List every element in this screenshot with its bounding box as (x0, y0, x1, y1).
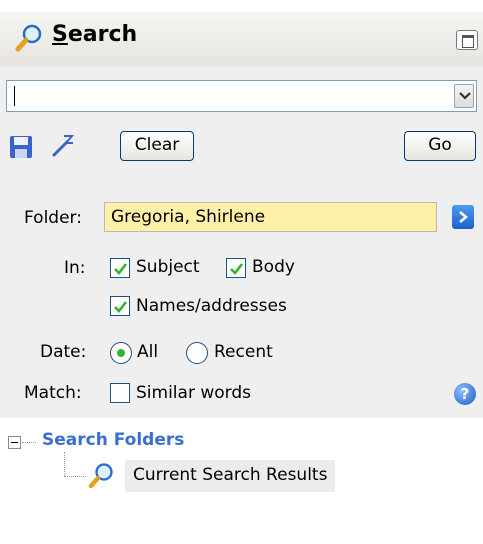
names-addresses-checkbox[interactable] (110, 296, 130, 316)
match-label: Match: (24, 383, 82, 403)
date-all-radio[interactable] (110, 342, 132, 364)
date-all-label[interactable]: All (137, 342, 158, 362)
help-icon[interactable]: ? (454, 383, 476, 405)
folder-label: Folder: (24, 208, 82, 228)
body-checkbox[interactable] (226, 258, 246, 278)
save-icon[interactable] (8, 134, 34, 160)
names-addresses-label[interactable]: Names/addresses (136, 296, 287, 316)
search-input[interactable] (6, 80, 477, 112)
text-caret (14, 86, 15, 106)
search-folders-node[interactable]: Search Folders (42, 430, 184, 450)
magnifier-icon (88, 463, 113, 489)
arrow-right-icon (459, 211, 469, 223)
chevron-down-icon (459, 92, 471, 100)
restore-icon[interactable] (456, 30, 478, 50)
tree-connector (64, 476, 86, 477)
date-label: Date: (40, 342, 87, 362)
tree-collapse-icon[interactable] (8, 436, 21, 449)
tree-connector (64, 452, 65, 476)
checkmark-icon (114, 263, 128, 275)
search-history-dropdown[interactable] (454, 84, 474, 108)
pane-title: Search (52, 22, 138, 47)
similar-words-checkbox[interactable] (110, 383, 130, 403)
date-recent-radio[interactable] (186, 342, 208, 364)
folder-picker-button[interactable] (452, 205, 474, 229)
folder-field[interactable]: Gregoria, Shirlene (104, 202, 437, 232)
wand-icon[interactable] (50, 132, 76, 158)
magnifier-icon (15, 24, 42, 52)
in-label: In: (64, 258, 86, 278)
subject-label[interactable]: Subject (136, 257, 200, 277)
go-button[interactable]: Go (404, 131, 476, 161)
body-label[interactable]: Body (252, 257, 295, 277)
checkmark-icon (114, 301, 128, 313)
search-pane: Search Clear Go Folder: Gregoria, Shirle… (0, 12, 483, 418)
top-strip (0, 0, 483, 12)
checkmark-icon (230, 263, 244, 275)
date-recent-label[interactable]: Recent (214, 342, 273, 362)
subject-checkbox[interactable] (110, 258, 130, 278)
tree-connector (22, 442, 36, 443)
similar-words-label[interactable]: Similar words (136, 383, 251, 403)
current-search-results-node[interactable]: Current Search Results (125, 460, 336, 492)
clear-button[interactable]: Clear (120, 131, 194, 161)
pane-header: Search (0, 12, 483, 66)
